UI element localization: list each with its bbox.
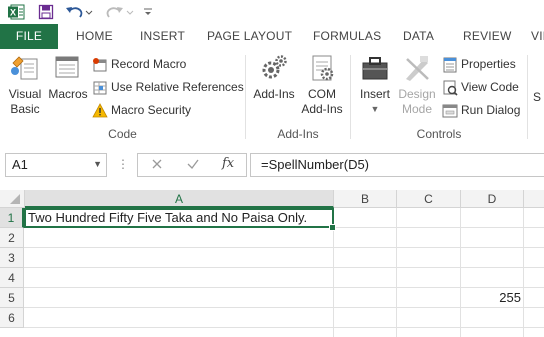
- com-add-ins-button[interactable]: COM Add-Ins: [298, 53, 346, 117]
- use-relative-references-label: Use Relative References: [111, 80, 244, 94]
- insert-control-label: Insert: [359, 87, 390, 101]
- record-macro-icon: [92, 57, 108, 73]
- view-code-icon: [442, 80, 458, 96]
- group-label-add-ins: Add-Ins: [277, 127, 319, 141]
- add-ins-label: Add-Ins: [253, 87, 295, 101]
- tab-file[interactable]: FILE: [0, 24, 58, 49]
- ribbon-developer: Visual Basic Macros Record Macro Use Rel…: [0, 49, 544, 146]
- column-header-e[interactable]: [524, 190, 544, 208]
- toolbox-icon: [355, 53, 395, 87]
- tab-formulas[interactable]: FORMULAS: [313, 24, 381, 49]
- properties-icon: [442, 57, 458, 73]
- cancel-icon[interactable]: [150, 157, 164, 176]
- svg-text:X: X: [10, 8, 16, 18]
- add-ins-button[interactable]: Add-Ins: [249, 53, 299, 102]
- chevron-down-icon[interactable]: ▼: [93, 159, 102, 169]
- worksheet-grid[interactable]: A B C D 1 2 3 4 5 6 Two Hundred Fifty Fi…: [0, 190, 544, 337]
- column-header-b[interactable]: B: [334, 190, 397, 208]
- insert-control-button[interactable]: Insert ▼: [355, 53, 395, 117]
- visual-basic-button[interactable]: Visual Basic: [4, 53, 46, 117]
- view-code-label: View Code: [461, 80, 519, 94]
- properties-button[interactable]: Properties: [442, 55, 516, 73]
- undo-icon[interactable]: [64, 2, 94, 22]
- group-separator: [527, 55, 528, 139]
- gridline: [24, 327, 544, 328]
- gridline: [460, 208, 461, 337]
- insert-function-icon[interactable]: fx: [222, 156, 234, 171]
- use-relative-references-button[interactable]: Use Relative References: [92, 78, 244, 96]
- active-cell-border: [24, 208, 334, 228]
- name-box-value: A1: [12, 157, 28, 172]
- visual-basic-icon: [4, 53, 46, 87]
- row-header-5[interactable]: 5: [0, 288, 24, 308]
- row-header-1[interactable]: 1: [0, 208, 24, 228]
- gridline: [24, 247, 544, 248]
- source-button-partial[interactable]: S: [533, 90, 544, 105]
- relative-references-icon: [92, 80, 108, 96]
- redo-icon[interactable]: [106, 2, 136, 22]
- gridline: [523, 208, 524, 337]
- formula-buttons: fx: [137, 153, 247, 177]
- com-add-ins-icon: [298, 53, 346, 87]
- warning-icon: [92, 102, 108, 119]
- macros-label: Macros: [48, 87, 88, 101]
- column-header-c[interactable]: C: [397, 190, 461, 208]
- group-label-code: Code: [108, 127, 137, 141]
- tab-view[interactable]: VIE: [531, 24, 544, 49]
- macro-security-label: Macro Security: [111, 103, 192, 117]
- column-header-a[interactable]: A: [25, 190, 334, 208]
- view-code-button[interactable]: View Code: [442, 78, 519, 96]
- save-icon[interactable]: [37, 2, 55, 22]
- insert-dropdown-icon: ▼: [370, 104, 380, 114]
- customize-toolbar-icon[interactable]: [141, 2, 155, 22]
- run-dialog-icon: [442, 103, 458, 119]
- ribbon-tabs: FILE HOME INSERT PAGE LAYOUT FORMULAS DA…: [0, 24, 544, 50]
- visual-basic-label-2: Basic: [10, 102, 40, 116]
- visual-basic-label-1: Visual: [8, 87, 42, 101]
- select-all-corner[interactable]: [0, 190, 25, 208]
- run-dialog-button[interactable]: Run Dialog: [442, 101, 520, 119]
- row-header-6[interactable]: 6: [0, 308, 24, 328]
- tab-page-layout[interactable]: PAGE LAYOUT: [207, 24, 292, 49]
- formula-text: =SpellNumber(D5): [261, 157, 370, 172]
- tab-home[interactable]: HOME: [76, 24, 113, 49]
- gridline: [24, 267, 544, 268]
- record-macro-label: Record Macro: [111, 57, 187, 71]
- macros-icon: [46, 53, 90, 87]
- design-mode-label-2: Mode: [401, 102, 433, 116]
- formula-bar: A1 ▼ ⋮ fx =SpellNumber(D5): [0, 145, 544, 187]
- row-header-4[interactable]: 4: [0, 268, 24, 288]
- tab-data[interactable]: DATA: [403, 24, 434, 49]
- com-add-ins-label-2: Add-Ins: [301, 102, 343, 116]
- name-box[interactable]: A1 ▼: [5, 153, 107, 177]
- gear-icon: [249, 53, 299, 87]
- macros-button[interactable]: Macros: [46, 53, 90, 102]
- design-mode-button: Design Mode: [396, 53, 438, 117]
- design-mode-icon: [396, 53, 438, 87]
- gridline: [396, 208, 397, 337]
- column-header-d[interactable]: D: [461, 190, 524, 208]
- cell-d5[interactable]: 255: [461, 288, 521, 308]
- group-label-controls: Controls: [416, 127, 462, 141]
- com-add-ins-label-1: COM: [308, 87, 336, 101]
- record-macro-button[interactable]: Record Macro: [92, 55, 186, 73]
- enter-icon[interactable]: [186, 157, 200, 176]
- resize-handle[interactable]: ⋮: [117, 157, 129, 171]
- title-bar: X: [0, 0, 544, 24]
- properties-label: Properties: [461, 57, 516, 71]
- design-mode-label-1: Design: [398, 87, 436, 101]
- row-header-3[interactable]: 3: [0, 248, 24, 268]
- formula-input[interactable]: =SpellNumber(D5): [250, 153, 544, 177]
- macro-security-button[interactable]: Macro Security: [92, 101, 191, 119]
- run-dialog-label: Run Dialog: [461, 103, 521, 117]
- tab-insert[interactable]: INSERT: [140, 24, 185, 49]
- fill-handle[interactable]: [329, 224, 336, 231]
- excel-logo-icon: X: [7, 2, 25, 22]
- row-header-2[interactable]: 2: [0, 228, 24, 248]
- tab-review[interactable]: REVIEW: [463, 24, 512, 49]
